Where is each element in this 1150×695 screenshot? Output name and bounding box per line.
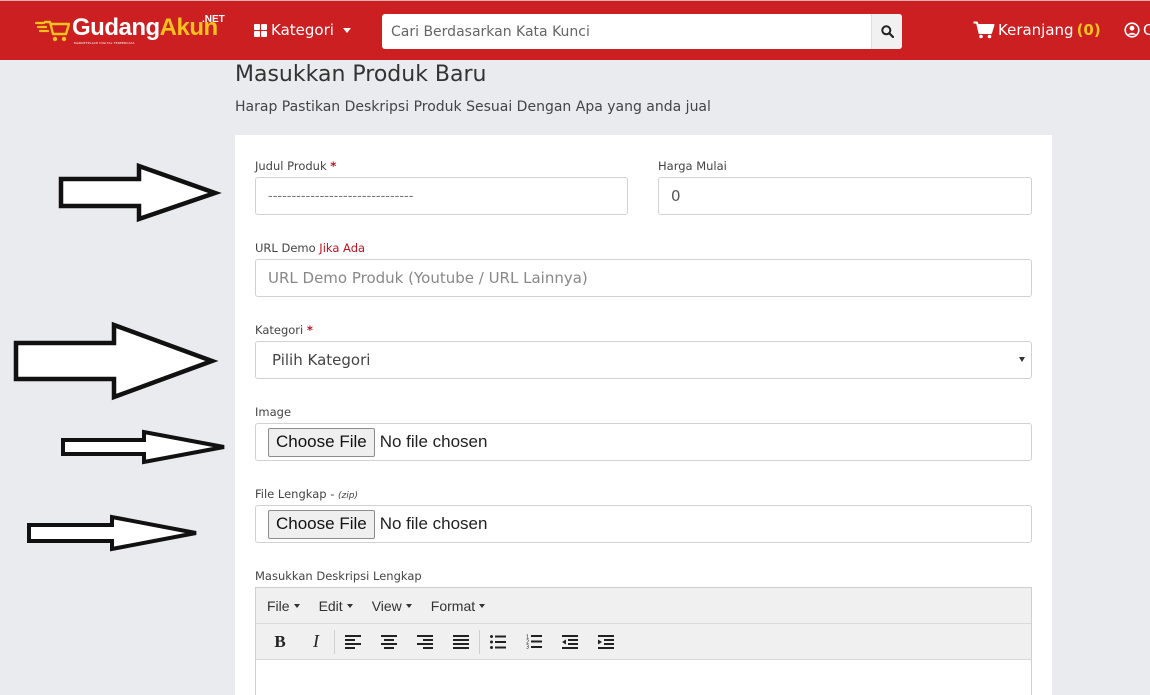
page-subtitle: Harap Pastikan Deskripsi Produk Sesuai D… [235,99,711,115]
shopping-cart-icon [973,21,995,39]
menu-format[interactable]: Format [430,597,486,614]
url-demo-label-text: URL Demo [255,241,316,255]
judul-produk-label: Judul Produk * [255,159,336,173]
kategori-select[interactable]: Pilih Kategori [255,341,1032,379]
logo-net-suffix: .NET [202,14,225,25]
menu-label: Edit [318,597,343,614]
logo-tagline: MARKETPLACE DIGITAL TERPERCAYA [74,41,135,45]
search-icon [880,25,894,38]
chevron-down-icon [479,603,486,608]
numbered-list-icon[interactable]: 123 [516,627,552,657]
required-mark: * [306,323,313,337]
bullet-list-icon[interactable] [480,627,516,657]
outdent-icon[interactable] [552,627,588,657]
top-navbar: GudangAkun .NET MARKETPLACE DIGITAL TERP… [0,0,1150,60]
judul-produk-input[interactable]: ------------------------------- [255,177,628,215]
image-label: Image [255,405,292,419]
file-status: No file chosen [379,432,488,451]
annotation-arrow-icon [61,429,225,465]
kategori-label-text: Kategori [255,323,304,337]
judul-produk-label-text: Judul Produk [255,159,327,173]
rich-text-editor: File Edit View Format B I 123 [255,587,1032,695]
svg-text:3: 3 [526,645,529,650]
search-button[interactable] [871,14,902,49]
file-lengkap-label-text: File Lengkap - [255,487,339,501]
menu-label: Format [430,597,476,614]
site-logo[interactable]: GudangAkun .NET MARKETPLACE DIGITAL TERP… [34,14,225,49]
url-demo-label: URL Demo Jika Ada [255,241,365,255]
search-bar [382,14,902,49]
chevron-down-icon [293,603,300,608]
optional-note: Jika Ada [319,241,366,255]
category-menu-label: Kategori [271,21,334,39]
menu-edit[interactable]: Edit [319,598,353,614]
align-right-icon[interactable] [407,627,443,657]
file-status: No file chosen [379,514,488,533]
menu-view[interactable]: View [372,598,412,614]
cart-link[interactable]: Keranjang (0) [973,21,1101,39]
italic-icon[interactable]: I [298,627,334,657]
annotation-arrow-icon [13,321,219,401]
deskripsi-label: Masukkan Deskripsi Lengkap [255,569,422,583]
cart-label: Keranjang [998,21,1074,39]
user-circle-icon [1124,22,1140,38]
grid-icon [254,23,267,37]
page-title: Masukkan Produk Baru [235,62,487,87]
cart-count-badge: (0) [1076,21,1101,39]
align-justify-icon[interactable] [443,627,479,657]
align-center-icon[interactable] [371,627,407,657]
menu-label: View [371,597,402,614]
harga-mulai-label: Harga Mulai [658,159,727,173]
harga-mulai-input[interactable]: 0 [658,177,1032,215]
editor-toolbar: B I 123 [256,624,1031,660]
kategori-label: Kategori * [255,323,313,337]
select-caret-icon [1019,357,1025,362]
file-lengkap-label: File Lengkap - (zip) [255,487,358,501]
editor-menubar: File Edit View Format [256,588,1031,624]
url-demo-input[interactable]: URL Demo Produk (Youtube / URL Lainnya) [255,259,1032,297]
required-mark: * [330,159,337,173]
user-menu[interactable]: C [1124,21,1150,39]
choose-file-button[interactable]: Choose File [268,427,375,457]
chevron-down-icon [405,603,412,608]
image-file-input[interactable]: Choose File No file chosen [255,423,1032,461]
chevron-down-icon [346,603,353,608]
menu-label: File [267,597,290,614]
bold-icon[interactable]: B [262,627,298,657]
cart-logo-icon [34,19,71,43]
file-lengkap-input[interactable]: Choose File No file chosen [255,505,1032,543]
user-menu-label: C [1143,21,1150,39]
annotation-arrow-icon [27,514,197,552]
chevron-down-icon [342,27,351,33]
annotation-arrow-icon [58,162,222,223]
align-left-icon[interactable] [335,627,371,657]
choose-file-button[interactable]: Choose File [268,509,375,539]
logo-wordmark: GudangAkun [72,15,218,41]
indent-icon[interactable] [588,627,624,657]
logo-part-gudang: Gudang [72,14,160,41]
search-input[interactable] [382,14,871,49]
kategori-selected-value: Pilih Kategori [272,351,371,369]
menu-file[interactable]: File [267,598,300,614]
zip-note: (zip) [338,491,359,501]
category-menu[interactable]: Kategori [254,21,351,39]
